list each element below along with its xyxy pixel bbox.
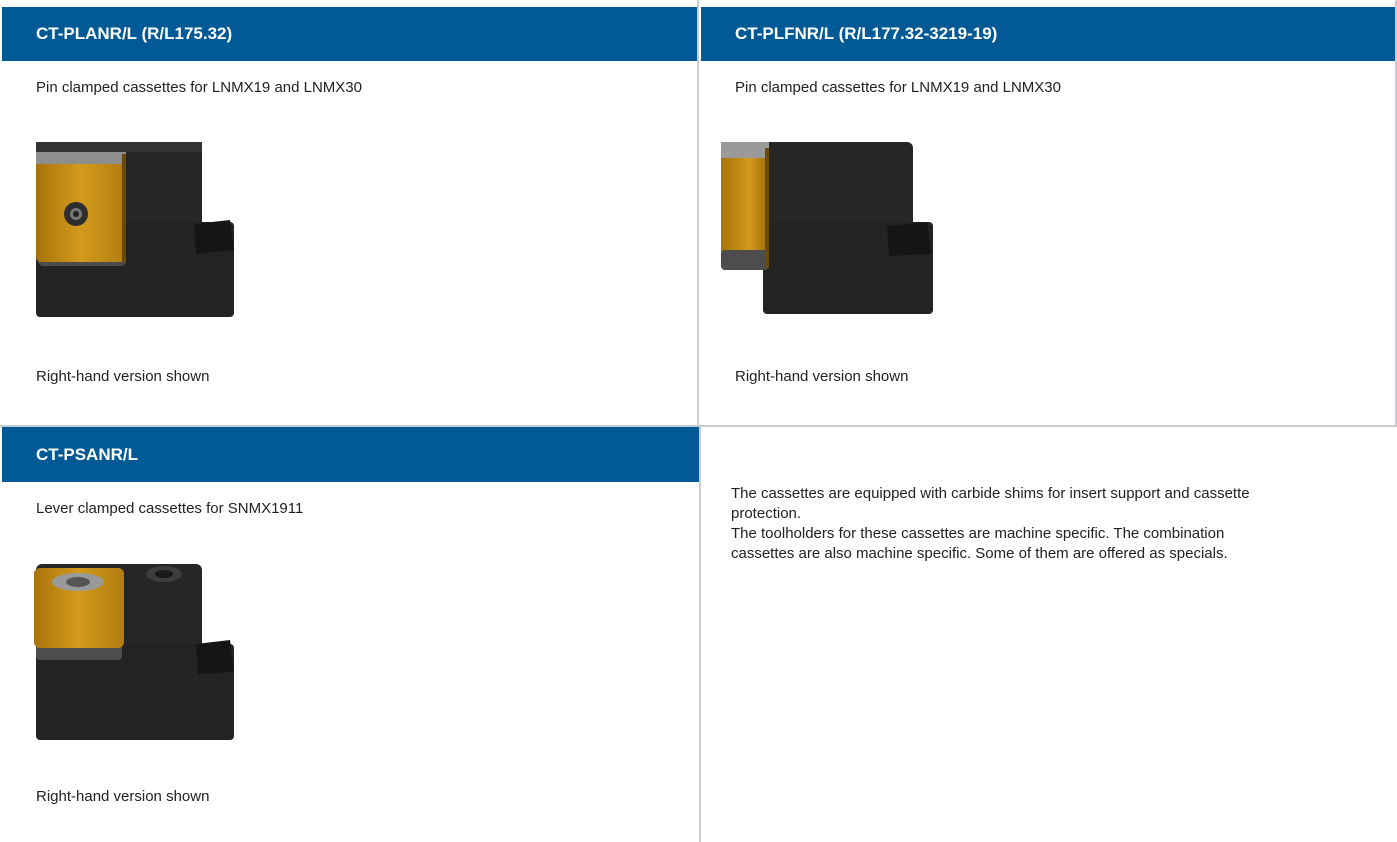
- info-paragraph-2: The toolholders for these cassettes are …: [731, 525, 1228, 562]
- product-panel-ct-psanr: CT-PSANR/L Lever clamped cassettes for S…: [0, 427, 701, 842]
- info-text: The cassettes are equipped with carbide …: [731, 484, 1291, 564]
- info-paragraph-1: The cassettes are equipped with carbide …: [731, 485, 1250, 522]
- product-panel-ct-planr: CT-PLANR/L (R/L175.32) Pin clamped casse…: [0, 0, 699, 427]
- cassette-plfnr-image: [721, 142, 933, 314]
- product-panel-ct-plfnr: CT-PLFNR/L (R/L177.32-3219-19) Pin clamp…: [699, 0, 1397, 427]
- panel-description: Pin clamped cassettes for LNMX19 and LNM…: [735, 79, 1061, 96]
- panel-description: Lever clamped cassettes for SNMX1911: [36, 500, 304, 517]
- info-panel: The cassettes are equipped with carbide …: [701, 427, 1397, 842]
- panel-title: CT-PSANR/L: [2, 427, 699, 482]
- panel-note: Right-hand version shown: [735, 368, 909, 385]
- panel-note: Right-hand version shown: [36, 368, 210, 385]
- panel-title: CT-PLFNR/L (R/L177.32-3219-19): [701, 7, 1395, 61]
- panel-title: CT-PLANR/L (R/L175.32): [2, 7, 697, 61]
- panel-note: Right-hand version shown: [36, 788, 210, 805]
- cassette-planr-image: [36, 142, 234, 317]
- panel-description: Pin clamped cassettes for LNMX19 and LNM…: [36, 79, 362, 96]
- cassette-psanr-image: [34, 564, 234, 740]
